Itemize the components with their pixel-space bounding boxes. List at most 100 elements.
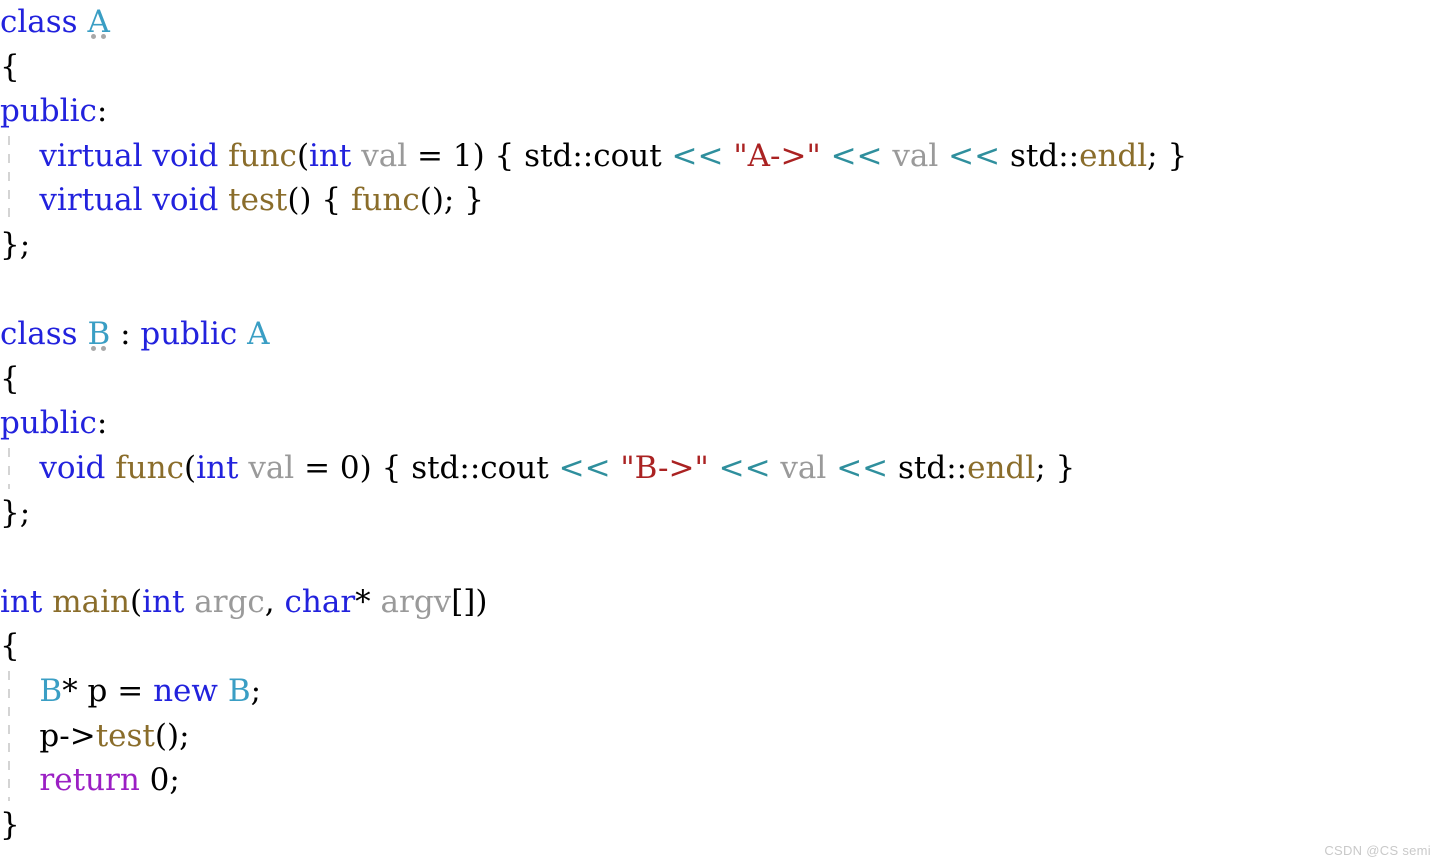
code-line[interactable]: class B : public A bbox=[0, 312, 1445, 357]
code-token: { bbox=[0, 48, 20, 85]
code-line[interactable]: } bbox=[0, 803, 1445, 848]
class-identifier[interactable]: A bbox=[87, 0, 109, 45]
code-token: ( bbox=[129, 583, 143, 620]
code-line[interactable]: }; bbox=[0, 491, 1445, 536]
code-token: class bbox=[0, 316, 78, 353]
code-token: int bbox=[196, 449, 239, 486]
code-token: } bbox=[0, 806, 20, 843]
code-line[interactable]: }; bbox=[0, 223, 1445, 268]
code-token: "B->" bbox=[620, 449, 709, 486]
code-line[interactable]: virtual void func(int val = 1) { std::co… bbox=[0, 134, 1445, 179]
code-token: ) { bbox=[359, 449, 412, 486]
code-line[interactable]: public: bbox=[0, 401, 1445, 446]
code-token: argc bbox=[194, 583, 265, 620]
code-token: = bbox=[294, 449, 340, 486]
code-token: func bbox=[228, 137, 297, 174]
code-token: 0 bbox=[339, 449, 360, 486]
code-line[interactable]: { bbox=[0, 45, 1445, 90]
code-token: 1 bbox=[452, 137, 473, 174]
code-token: << bbox=[948, 137, 1001, 174]
code-token: << bbox=[558, 449, 611, 486]
code-token: int bbox=[0, 583, 43, 620]
code-token: int bbox=[309, 137, 352, 174]
code-line[interactable] bbox=[0, 535, 1445, 580]
code-token: argv bbox=[380, 583, 452, 620]
code-token: val bbox=[248, 449, 295, 486]
code-token: 0; bbox=[149, 762, 180, 799]
code-line[interactable]: void func(int val = 0) { std::cout << "B… bbox=[0, 446, 1445, 491]
code-token: * bbox=[355, 583, 381, 620]
code-token: main bbox=[52, 583, 130, 620]
code-token: endl bbox=[1079, 137, 1148, 174]
code-line[interactable]: virtual void test() { func(); } bbox=[0, 178, 1445, 223]
code-token: void bbox=[39, 449, 106, 486]
code-token: ; } bbox=[1147, 137, 1188, 174]
code-line[interactable]: public: bbox=[0, 89, 1445, 134]
code-editor-viewport: class A{public: virtual void func(int va… bbox=[0, 0, 1445, 866]
code-token: << bbox=[671, 137, 724, 174]
code-token: : bbox=[96, 93, 108, 130]
code-token: std:: bbox=[898, 449, 968, 486]
code-token: new bbox=[153, 672, 218, 709]
code-token: { bbox=[0, 628, 20, 665]
code-line[interactable]: { bbox=[0, 624, 1445, 669]
code-token: test bbox=[95, 717, 155, 754]
code-token: val bbox=[780, 449, 827, 486]
code-token: test bbox=[228, 182, 288, 219]
code-token: class bbox=[0, 4, 78, 40]
csdn-watermark: CSDN @CS semi bbox=[1324, 843, 1431, 858]
code-line[interactable]: class A bbox=[0, 0, 1445, 45]
code-token: }; bbox=[0, 494, 31, 531]
code-token: ; } bbox=[1035, 449, 1076, 486]
code-line[interactable]: B* p = new B; bbox=[0, 669, 1445, 714]
code-token: func bbox=[350, 182, 420, 219]
code-content[interactable]: class A{public: virtual void func(int va… bbox=[0, 0, 1445, 847]
code-token: void bbox=[152, 137, 219, 174]
code-line[interactable]: int main(int argc, char* argv[]) bbox=[0, 580, 1445, 625]
code-line[interactable]: p->test(); bbox=[0, 714, 1445, 759]
code-token: ( bbox=[296, 137, 310, 174]
code-line[interactable] bbox=[0, 268, 1445, 313]
code-token: void bbox=[152, 182, 219, 219]
code-token: : bbox=[110, 316, 141, 353]
code-token: << bbox=[718, 449, 771, 486]
code-token: << bbox=[836, 449, 889, 486]
code-token: val bbox=[361, 137, 408, 174]
code-token: "A->" bbox=[733, 137, 821, 174]
code-token: public bbox=[140, 316, 238, 353]
class-identifier[interactable]: B bbox=[87, 312, 110, 357]
code-token: int bbox=[142, 583, 185, 620]
code-token: (); bbox=[154, 717, 190, 754]
code-token: () { bbox=[287, 182, 351, 219]
code-line[interactable]: return 0; bbox=[0, 758, 1445, 803]
code-line[interactable]: { bbox=[0, 357, 1445, 402]
code-token: p-> bbox=[0, 717, 96, 754]
code-token: []) bbox=[451, 583, 488, 620]
code-token: virtual bbox=[39, 137, 143, 174]
code-token: , bbox=[264, 583, 285, 620]
code-token: func bbox=[115, 449, 184, 486]
code-token: ; bbox=[250, 672, 262, 709]
